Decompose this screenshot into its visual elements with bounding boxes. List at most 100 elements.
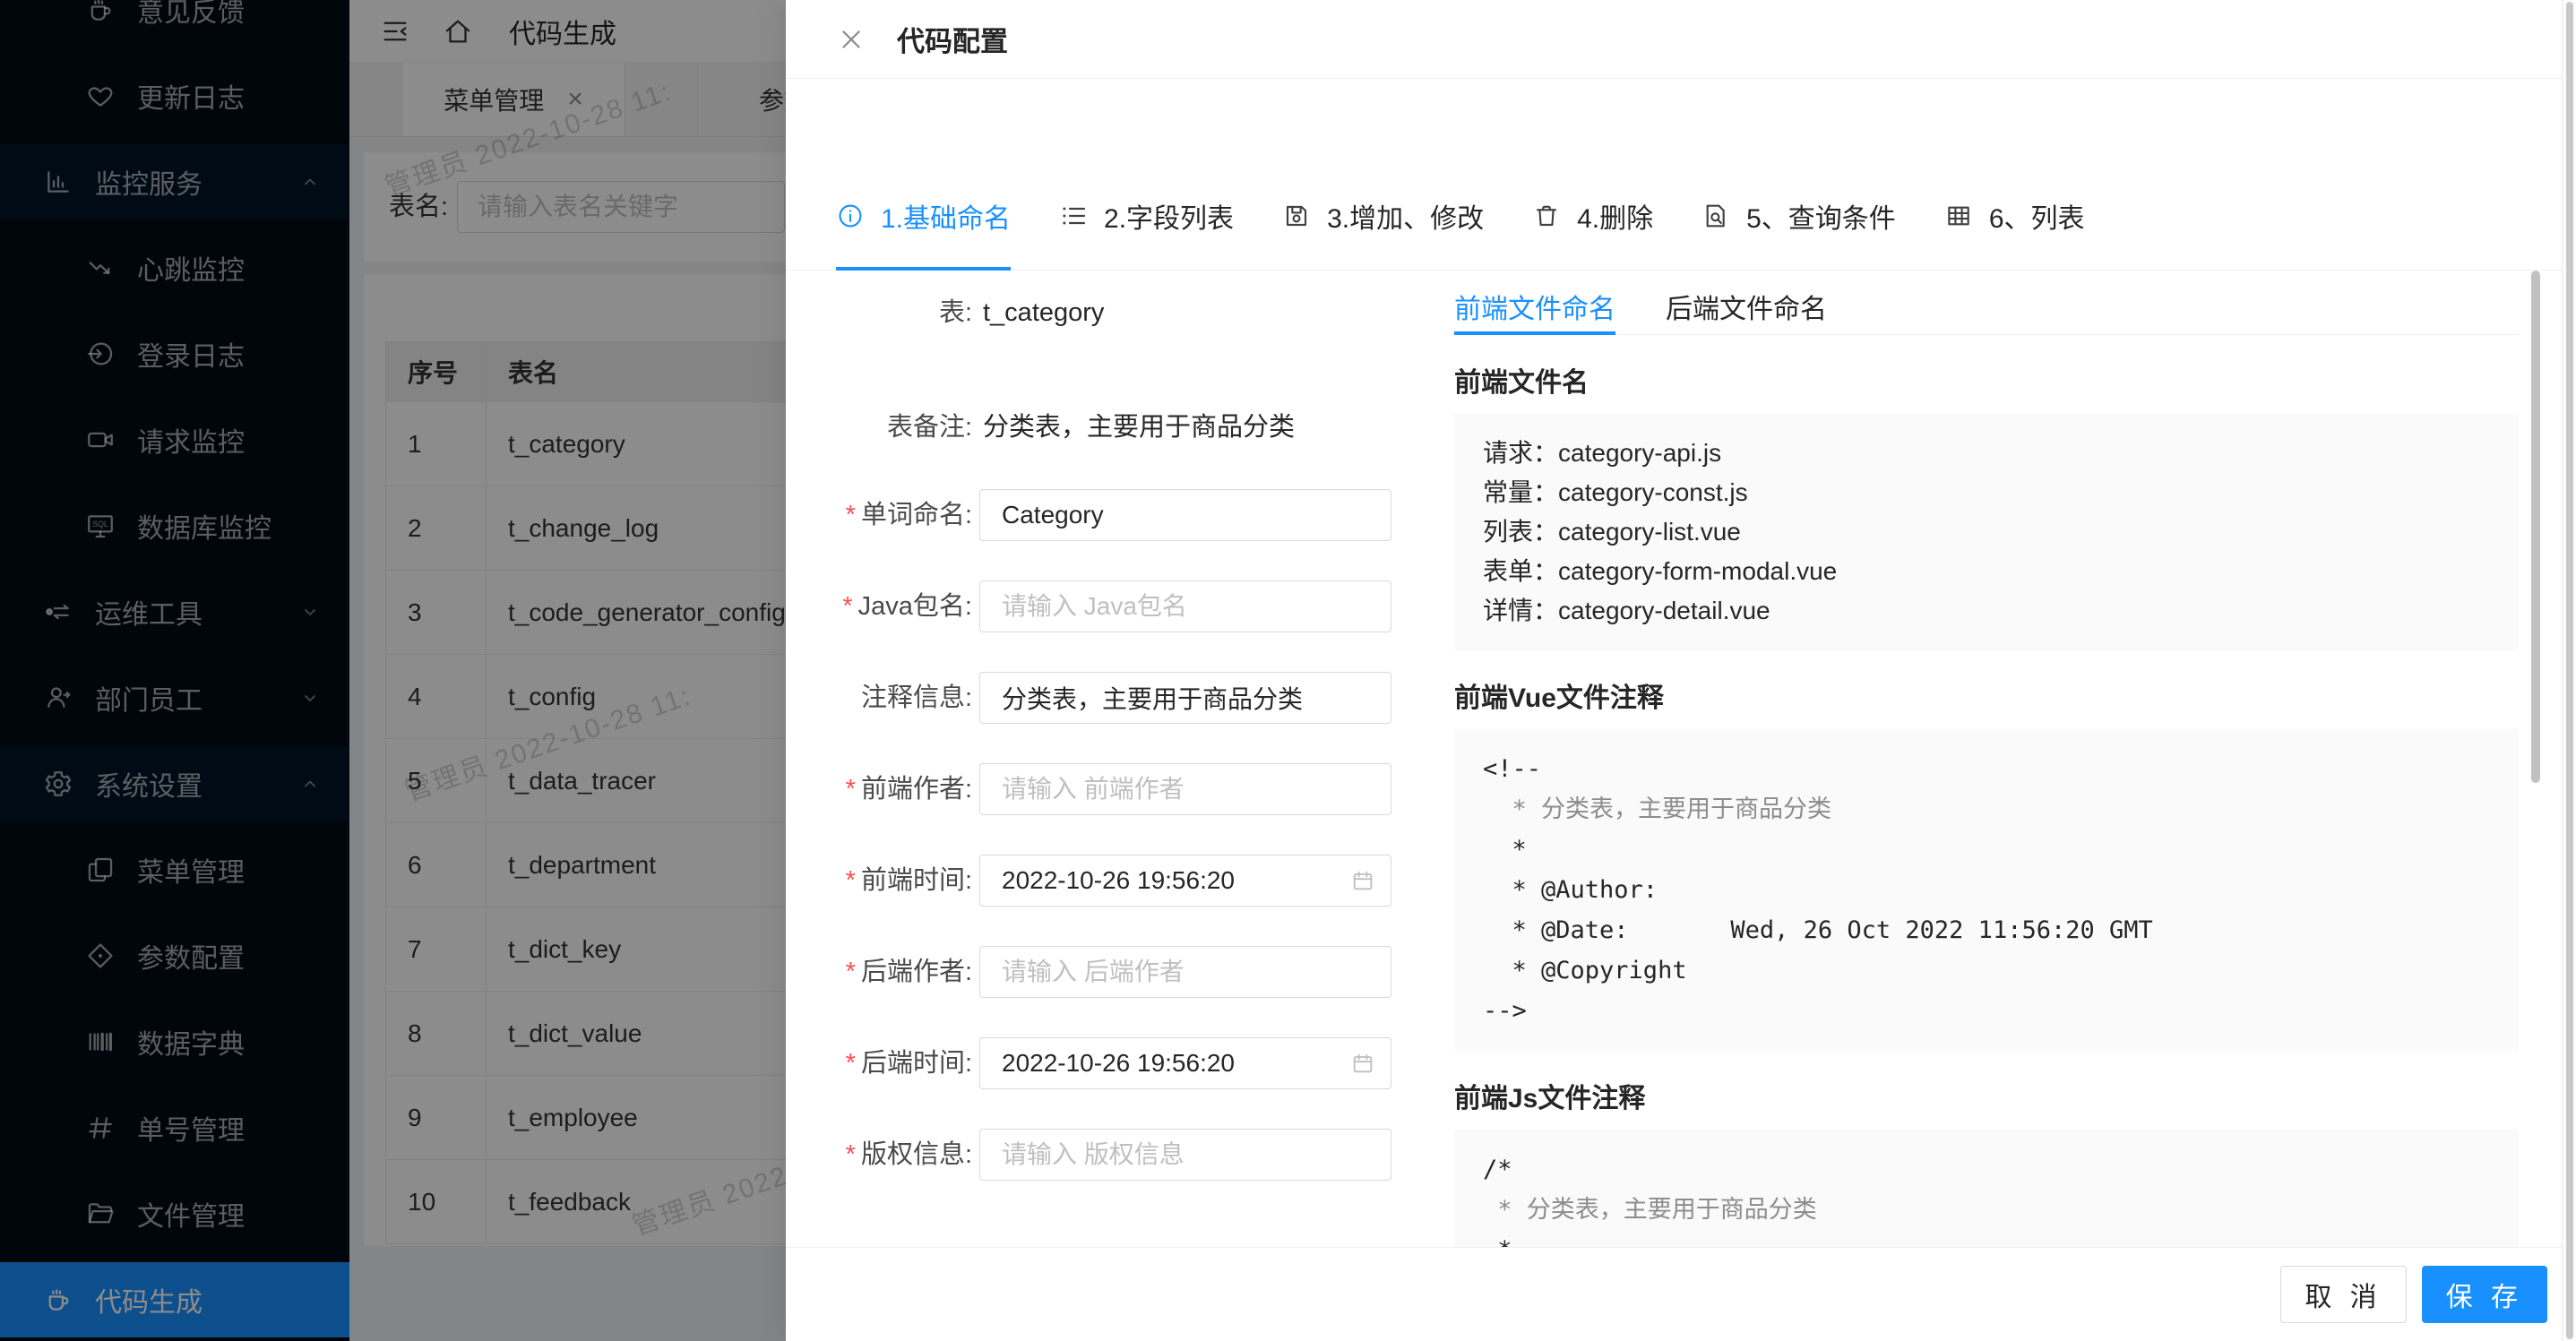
delete-icon [1532, 202, 1561, 230]
field-control [979, 1129, 1391, 1181]
required-mark: * [846, 866, 856, 895]
field-label-text: 前端时间: [861, 866, 972, 895]
code-config-drawer: 代码配置 1.基础命名 2.字段列表 3.增加、修改 4.删除 5、查询条件 6、列表 表… [786, 0, 2576, 1341]
java-package-input[interactable] [979, 580, 1391, 632]
file-name-line: 表单：category-form-modal.vue [1483, 552, 2490, 591]
code-comment-block: /* * 分类表，主要用于商品分类 * * @Author: [1454, 1130, 2519, 1247]
field-control [979, 946, 1391, 998]
field-label-text: 注释信息: [861, 683, 972, 712]
code-line: /* [1483, 1149, 2490, 1190]
field-label: *前端时间: [822, 855, 972, 907]
form-field-frontend-time: *前端时间: 2022-10-26 19:56:20 [822, 855, 1391, 907]
field-label-text: 表备注: [887, 413, 972, 442]
tab-frontend-file-naming[interactable]: 前端文件命名 [1454, 278, 1615, 334]
file-kind-label: 表单： [1483, 552, 1558, 591]
drawer-tab-add-modify[interactable]: 3.增加、修改 [1282, 162, 1484, 270]
drawer-header: 代码配置 [786, 0, 2576, 79]
table-icon [1944, 202, 1973, 230]
list-icon [1059, 202, 1088, 230]
code-line: <!-- [1483, 749, 2490, 789]
save-icon [1282, 202, 1311, 230]
field-control [979, 672, 1391, 724]
frontend-time-picker[interactable]: 2022-10-26 19:56:20 [979, 855, 1391, 907]
field-label-text: 后端时间: [861, 1049, 972, 1078]
close-icon[interactable] [836, 24, 866, 55]
field-label: 表备注: [822, 401, 972, 453]
section-title: 前端文件名 [1454, 365, 2519, 401]
file-kind-label: 常量： [1483, 473, 1558, 512]
form-field-word-name: *单词命名: [822, 489, 1391, 541]
word-name-input[interactable] [979, 489, 1391, 541]
save-button[interactable]: 保 存 [2422, 1266, 2547, 1323]
drawer-tab-field-list[interactable]: 2.字段列表 [1059, 162, 1234, 270]
form-field-table-name: 表:t_category [822, 287, 1391, 339]
field-label-text: 单词命名: [861, 501, 972, 529]
naming-preview-panel: 前端文件命名后端文件命名 前端文件名请求：category-api.js常量：c… [1454, 278, 2519, 1247]
section-title: 前端Vue文件注释 [1454, 681, 2519, 717]
file-kind-label: 详情： [1483, 591, 1558, 631]
form-field-comment-info: 注释信息: [822, 672, 1391, 724]
file-name-line: 列表：category-list.vue [1483, 512, 2490, 552]
form-field-frontend-author: *前端作者: [822, 763, 1391, 815]
field-label-text: 前端作者: [861, 775, 972, 804]
field-control [979, 763, 1391, 815]
required-mark: * [846, 775, 856, 804]
drawer-tab-label: 1.基础命名 [881, 196, 1011, 236]
copyright-info-input[interactable] [979, 1129, 1391, 1181]
date-value: 2022-10-26 19:56:20 [1002, 866, 1235, 895]
file-name-value: category-api.js [1558, 434, 1721, 473]
frontend-author-input[interactable] [979, 763, 1391, 815]
drawer-step-tabs: 1.基础命名 2.字段列表 3.增加、修改 4.删除 5、查询条件 6、列表 [786, 79, 2576, 271]
drawer-tab-label: 6、列表 [1989, 196, 2085, 236]
section-title: 前端Js文件注释 [1454, 1081, 2519, 1117]
backend-time-picker[interactable]: 2022-10-26 19:56:20 [979, 1037, 1391, 1089]
config-form: 表:t_category表备注:分类表，主要用于商品分类*单词命名:*Java包… [822, 278, 1391, 1247]
file-kind-label: 请求： [1483, 434, 1558, 473]
code-line: * [1483, 830, 2490, 870]
field-label: 表: [822, 287, 972, 339]
drawer-tab-list[interactable]: 6、列表 [1944, 162, 2085, 270]
required-mark: * [846, 958, 856, 986]
drawer-tab-label: 2.字段列表 [1104, 196, 1234, 236]
file-name-value: category-const.js [1558, 473, 1748, 512]
date-value: 2022-10-26 19:56:20 [1002, 1049, 1235, 1078]
tab-backend-file-naming[interactable]: 后端文件命名 [1666, 278, 1827, 334]
page-scrollbar-thumb[interactable] [2566, 2, 2573, 1339]
file-name-value: category-detail.vue [1558, 591, 1770, 631]
code-line: * @Copyright [1483, 950, 2490, 991]
field-label: *版权信息: [822, 1129, 972, 1181]
code-line: * 分类表，主要用于商品分类 [1483, 1190, 2490, 1230]
app-root: 意见反馈更新日志监控服务心跳监控登录日志请求监控SQL数据库监控运维工具部门员工… [0, 0, 2576, 1341]
required-mark: * [846, 1049, 856, 1078]
field-label-text: 后端作者: [861, 958, 972, 986]
file-name-value: category-list.vue [1558, 512, 1741, 552]
field-control [979, 580, 1391, 632]
drawer-tab-label: 4.删除 [1577, 196, 1653, 236]
code-line: * @Author: [1483, 870, 2490, 910]
comment-info-input[interactable] [979, 672, 1391, 724]
form-field-table-comment: 表备注:分类表，主要用于商品分类 [822, 401, 1391, 453]
field-label-text: Java包名: [858, 592, 972, 621]
file-name-value: category-form-modal.vue [1558, 552, 1837, 591]
file-name-line: 请求：category-api.js [1483, 434, 2490, 473]
cancel-button[interactable]: 取 消 [2280, 1266, 2406, 1323]
drawer-tab-delete[interactable]: 4.删除 [1532, 162, 1653, 270]
field-control: 2022-10-26 19:56:20 [979, 855, 1391, 907]
field-label: *Java包名: [822, 580, 972, 632]
drawer-tab-query-cond[interactable]: 5、查询条件 [1702, 162, 1896, 270]
drawer-scrollbar[interactable] [2531, 271, 2540, 783]
file-name-line: 详情：category-detail.vue [1483, 591, 2490, 631]
field-label-text: 表: [939, 298, 972, 327]
code-comment-block: <!-- * 分类表，主要用于商品分类 * * @Author: * @Date… [1454, 729, 2519, 1051]
file-search-icon [1702, 202, 1730, 230]
drawer-tab-basic-naming[interactable]: 1.基础命名 [836, 162, 1011, 270]
drawer-footer: 取 消 保 存 [786, 1247, 2576, 1341]
form-field-backend-time: *后端时间: 2022-10-26 19:56:20 [822, 1037, 1391, 1089]
field-label: *前端作者: [822, 763, 972, 815]
required-mark: * [842, 592, 852, 621]
page-scrollbar[interactable] [2562, 0, 2576, 1341]
code-line: --> [1483, 991, 2490, 1031]
field-control: 2022-10-26 19:56:20 [979, 1037, 1391, 1089]
form-field-java-package: *Java包名: [822, 580, 1391, 632]
backend-author-input[interactable] [979, 946, 1391, 998]
